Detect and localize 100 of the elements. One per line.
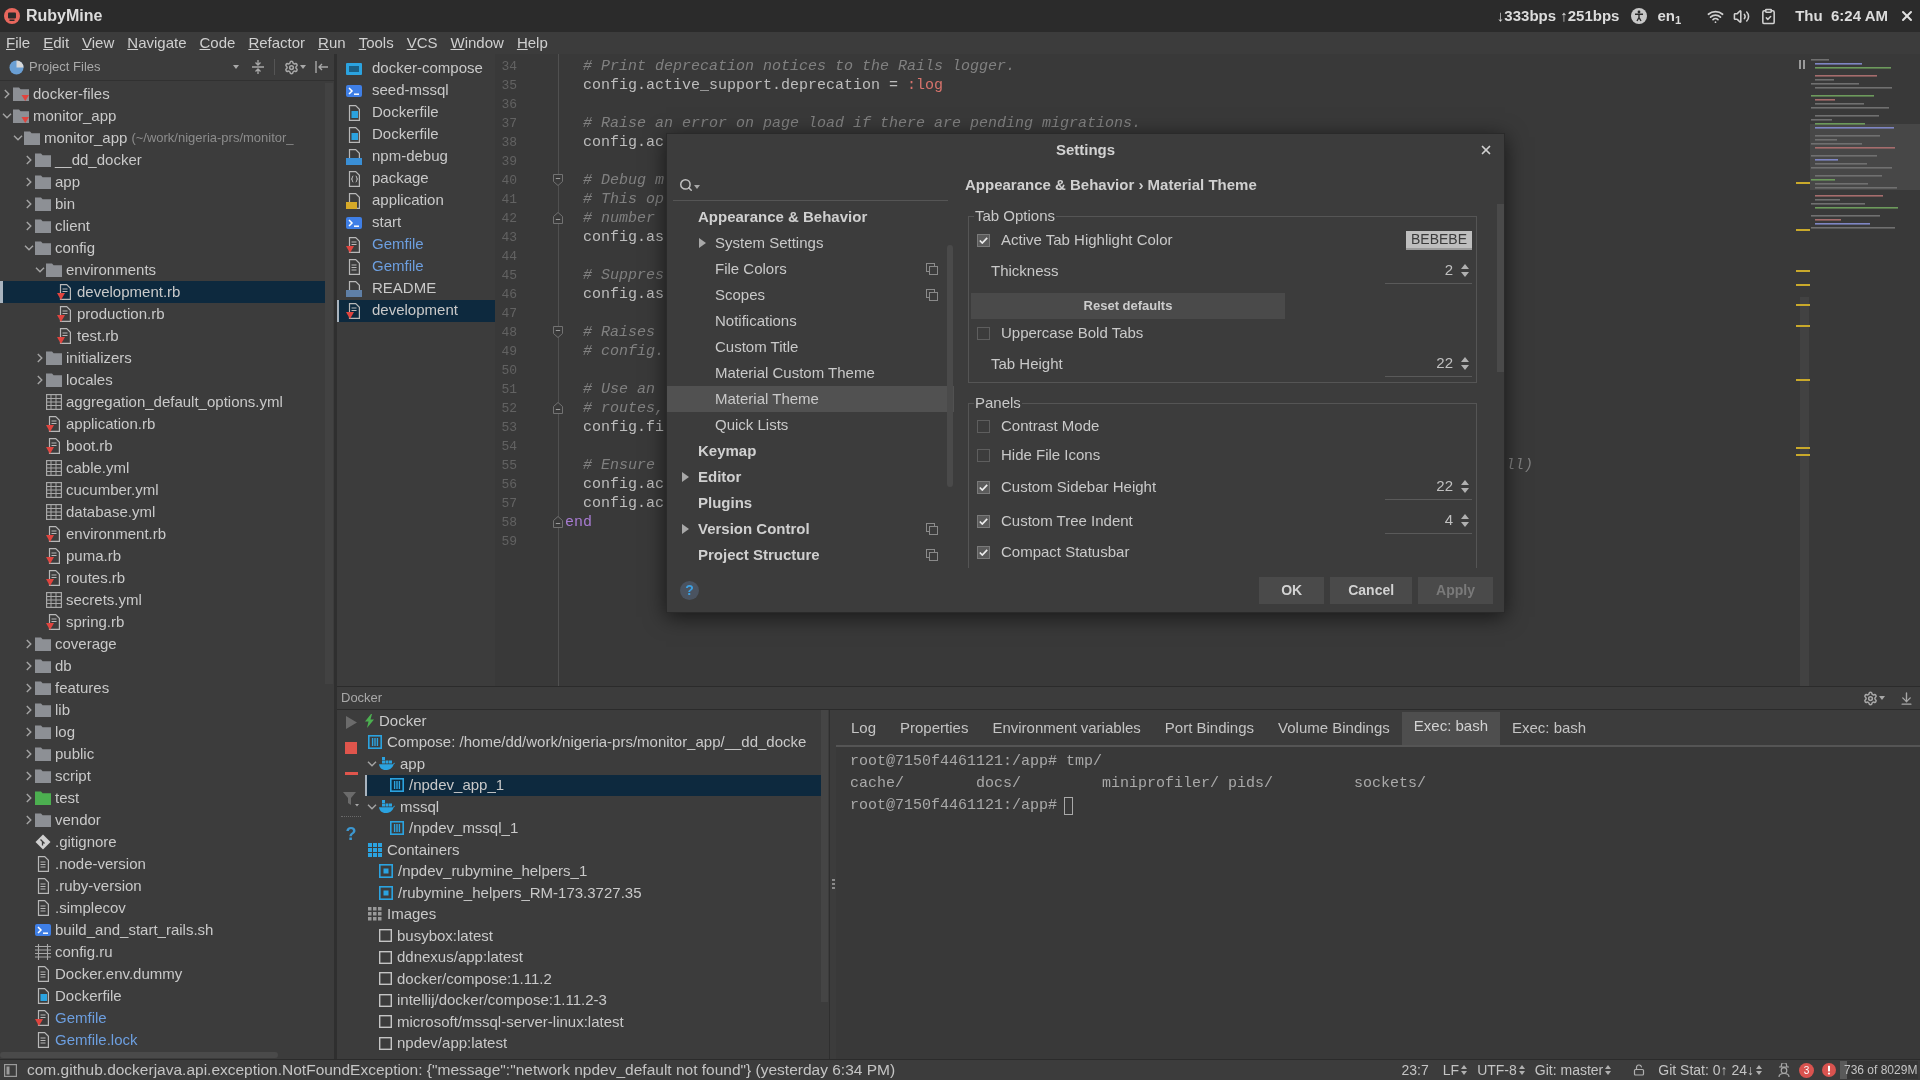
number-field[interactable]: 2 xyxy=(1385,258,1472,284)
tree-item[interactable]: locales xyxy=(0,369,325,391)
tree-item[interactable]: initializers xyxy=(0,347,325,369)
tree-item[interactable]: build_and_start_rails.sh xyxy=(0,919,325,941)
checkbox[interactable] xyxy=(977,233,990,247)
tree-item[interactable]: intellij/docker/compose:1.11.2-3 xyxy=(365,989,821,1011)
checkbox[interactable] xyxy=(977,546,990,559)
checkbox[interactable] xyxy=(977,514,990,528)
tree-item[interactable]: docker/compose:1.11.2 xyxy=(365,968,821,990)
tree-item[interactable]: microsoft/mssql-server-linux:latest xyxy=(365,1011,821,1033)
tree-item[interactable]: app xyxy=(0,171,325,193)
chevron-down-icon[interactable] xyxy=(13,135,23,141)
alert-icon[interactable] xyxy=(1822,1063,1836,1077)
chevron-right-icon[interactable] xyxy=(26,749,32,759)
menu-item[interactable]: File xyxy=(6,33,31,53)
tab[interactable]: Environment variables xyxy=(980,712,1153,745)
tree-item[interactable]: Images xyxy=(365,903,821,925)
tree-item[interactable]: .node-version xyxy=(0,853,325,875)
settings-nav-item[interactable]: Material Custom Theme xyxy=(667,360,954,386)
tree-item[interactable]: Docker xyxy=(365,710,821,732)
memory-indicator[interactable]: 736 of 8029M xyxy=(1840,1061,1918,1079)
tree-item[interactable]: app xyxy=(365,753,821,775)
tab[interactable]: Port Bindings xyxy=(1152,712,1267,745)
settings-nav-item[interactable]: Appearance & Behavior xyxy=(667,204,954,230)
chevron-down-icon[interactable] xyxy=(2,113,12,119)
spinner-arrows-icon[interactable] xyxy=(1461,480,1469,493)
tree-item[interactable]: .simplecov xyxy=(0,897,325,919)
tree-item[interactable]: coverage xyxy=(0,633,325,655)
close-icon[interactable] xyxy=(1479,143,1493,157)
tree-item[interactable]: log xyxy=(0,721,325,743)
keyboard-layout[interactable]: en$_{1}$ xyxy=(1657,4,1682,28)
tree-item[interactable]: config.ru xyxy=(0,941,325,963)
chevron-down-icon[interactable] xyxy=(24,245,34,251)
settings-nav-item[interactable]: Editor xyxy=(667,464,954,490)
tree-item[interactable]: test xyxy=(0,787,325,809)
tree-item[interactable]: production.rb xyxy=(0,303,325,325)
fold-marker-icon[interactable] xyxy=(553,174,563,186)
caret-right-icon[interactable] xyxy=(681,472,689,482)
filter-icon[interactable] xyxy=(343,791,359,807)
chevron-down-icon[interactable] xyxy=(367,760,377,767)
file-tab[interactable]: npm-debug xyxy=(337,145,495,168)
file-tab[interactable]: README xyxy=(337,277,495,300)
caret-down-icon[interactable] xyxy=(694,185,700,189)
tree-item[interactable]: busybox:latest xyxy=(365,925,821,947)
tree-item[interactable]: config xyxy=(0,237,325,259)
chevron-right-icon[interactable] xyxy=(26,177,32,187)
tree-item[interactable]: boot.rb xyxy=(0,435,325,457)
chevron-right-icon[interactable] xyxy=(26,815,32,825)
tree-item[interactable]: development.rb xyxy=(0,281,325,303)
file-tab[interactable]: Gemfile xyxy=(337,233,495,256)
checkbox[interactable] xyxy=(977,420,990,433)
frame-icon[interactable] xyxy=(4,1063,17,1077)
fold-marker-icon[interactable] xyxy=(553,326,563,338)
chevron-right-icon[interactable] xyxy=(26,727,32,737)
status-selector[interactable]: Git Stat: 0↑ 24↓ xyxy=(1658,1059,1762,1080)
settings-icon[interactable] xyxy=(284,59,299,75)
chevron-right-icon[interactable] xyxy=(26,705,32,715)
status-selector[interactable]: Git: master xyxy=(1534,1059,1612,1080)
tree-item[interactable]: client xyxy=(0,215,325,237)
number-field[interactable]: 4 xyxy=(1385,508,1472,534)
minus-icon[interactable] xyxy=(344,772,358,776)
settings-nav-item[interactable]: Notifications xyxy=(667,308,954,334)
tree-item[interactable]: lib xyxy=(0,699,325,721)
file-tab[interactable]: seed-mssql xyxy=(337,79,495,102)
tab[interactable]: Volume Bindings xyxy=(1266,712,1402,745)
tree-item[interactable]: Containers xyxy=(365,839,821,861)
status-selector[interactable]: LF xyxy=(1442,1059,1468,1080)
clipboard-check-icon[interactable] xyxy=(1760,7,1778,25)
number-field[interactable]: 22 xyxy=(1385,351,1472,377)
tree-item[interactable]: db xyxy=(0,655,325,677)
chevron-down-icon[interactable] xyxy=(367,803,377,810)
tab[interactable]: Properties xyxy=(888,712,981,745)
menu-item[interactable]: Run xyxy=(318,33,346,53)
help-button[interactable]: ? xyxy=(345,824,357,844)
hide-panel-icon[interactable] xyxy=(315,61,328,73)
chevron-right-icon[interactable] xyxy=(26,155,32,165)
tree-item[interactable]: cucumber.yml xyxy=(0,479,325,501)
person-icon[interactable] xyxy=(1778,1063,1790,1077)
tree-item[interactable]: /npdev_rubymine_helpers_1 xyxy=(365,860,821,882)
tree-item[interactable]: npdev/app:latest xyxy=(365,1032,821,1054)
menu-item[interactable]: Window xyxy=(450,33,504,53)
dialog-button[interactable]: Cancel xyxy=(1330,576,1413,604)
tree-item[interactable]: ddnexus/app:latest xyxy=(365,946,821,968)
tree-item[interactable]: aggregation_default_options.yml xyxy=(0,391,325,413)
checkbox[interactable] xyxy=(977,327,990,340)
chevron-right-icon[interactable] xyxy=(26,683,32,693)
spinner-arrows-icon[interactable] xyxy=(1461,264,1469,277)
settings-nav-item[interactable]: Project Structure xyxy=(667,542,954,568)
tree-item[interactable]: Docker.env.dummy xyxy=(0,963,325,985)
settings-nav-item[interactable]: Custom Title xyxy=(667,334,954,360)
chevron-right-icon[interactable] xyxy=(26,771,32,781)
accessibility-icon[interactable] xyxy=(1631,8,1648,24)
app-logo-icon[interactable] xyxy=(4,8,20,24)
close-icon[interactable] xyxy=(1899,8,1915,24)
file-tab[interactable]: package xyxy=(337,167,495,190)
tree-item[interactable]: routes.rb xyxy=(0,567,325,589)
chevron-right-icon[interactable] xyxy=(37,375,43,385)
menu-item[interactable]: Code xyxy=(199,33,236,53)
settings-nav-item[interactable]: System Settings xyxy=(667,230,954,256)
chevron-right-icon[interactable] xyxy=(26,661,32,671)
